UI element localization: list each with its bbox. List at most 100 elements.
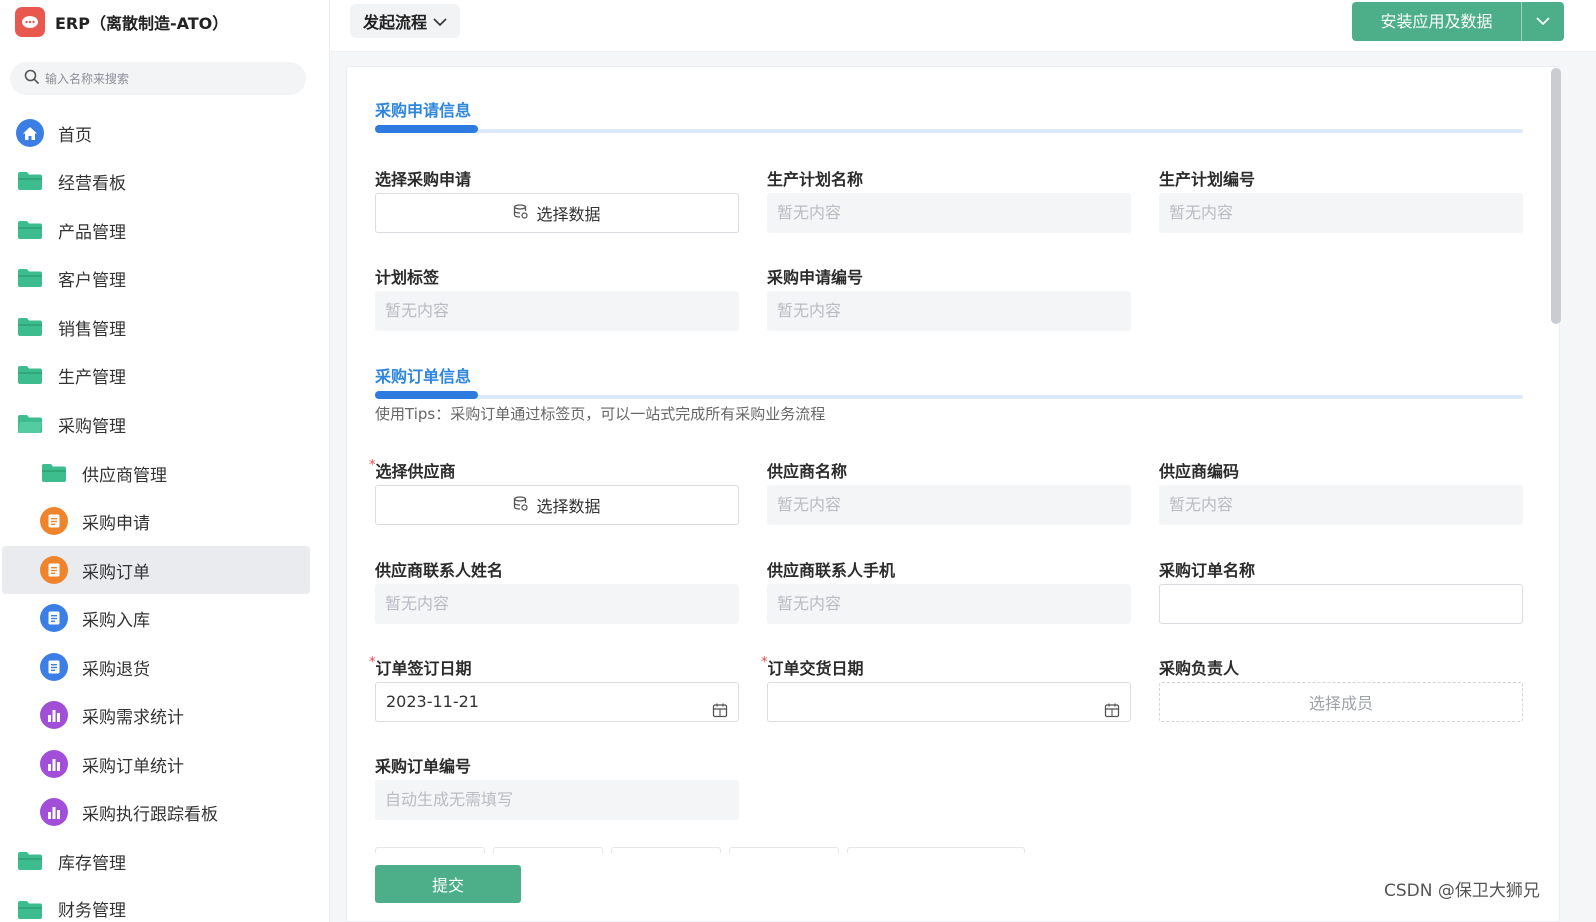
section-divider	[375, 395, 1523, 399]
plan-name-label: 生产计划名称	[767, 170, 864, 189]
request-no-field: 暂无内容	[767, 291, 1131, 331]
plan-no-field: 暂无内容	[1159, 193, 1523, 233]
sidebar-item-products[interactable]: 产品管理	[2, 206, 310, 254]
sidebar-item-label: 采购入库	[82, 610, 150, 631]
submit-button[interactable]: 提交	[375, 865, 521, 903]
select-member-button[interactable]: 选择成员	[1159, 682, 1523, 722]
contact-name-label: 供应商联系人姓名	[375, 561, 504, 580]
folder-icon	[16, 167, 44, 195]
folder-icon	[16, 216, 44, 244]
sidebar-item-demand-stats[interactable]: 采购需求统计	[2, 691, 310, 739]
folder-icon	[16, 264, 44, 292]
sidebar-item-label: 采购管理	[58, 416, 126, 437]
sidebar-item-label: 首页	[58, 125, 92, 146]
supplier-name-label: 供应商名称	[767, 462, 848, 481]
usage-tips: 使用Tips：采购订单通过标签页，可以一站式完成所有采购业务流程	[375, 405, 826, 423]
sidebar-item-label: 采购订单统计	[82, 756, 184, 777]
watermark: CSDN @保卫大狮兄	[1384, 881, 1540, 901]
folder-icon	[16, 847, 44, 875]
start-flow-dropdown[interactable]: 发起流程	[350, 4, 460, 38]
sidebar-item-label: 采购申请	[82, 513, 150, 534]
home-icon	[16, 119, 44, 147]
order-no-label: 采购订单编号	[375, 757, 472, 776]
calendar-icon[interactable]	[712, 694, 728, 732]
folder-open-icon	[16, 410, 44, 438]
sidebar-item-inventory[interactable]: 库存管理	[2, 837, 310, 885]
scrollbar[interactable]	[1551, 68, 1561, 324]
sign-date-value: 2023-11-21	[386, 692, 479, 711]
sidebar-item-label: 采购退货	[82, 659, 150, 680]
app-title: ERP（离散制造-ATO）	[55, 14, 229, 33]
sidebar-item-tracking-board[interactable]: 采购执行跟踪看板	[2, 788, 310, 836]
sidebar-item-label: 生产管理	[58, 367, 126, 388]
sidebar-item-finance[interactable]: 财务管理	[2, 886, 310, 922]
delivery-date-input[interactable]	[767, 682, 1131, 722]
sidebar-item-label: 采购执行跟踪看板	[82, 804, 218, 825]
main-content: 采购申请信息 选择采购申请 选择数据 生产计划名称 暂无内容 生产计划编号 暂无…	[330, 52, 1596, 922]
sidebar-item-suppliers[interactable]: 供应商管理	[2, 449, 310, 497]
app-header[interactable]: ERP（离散制造-ATO）	[15, 6, 228, 38]
sidebar-item-label: 销售管理	[58, 319, 126, 340]
owner-label: 采购负责人	[1159, 659, 1240, 678]
section-title-request: 采购申请信息	[375, 101, 472, 120]
chart-icon	[40, 750, 68, 778]
search-placeholder: 输入名称来搜索	[45, 72, 130, 86]
sidebar-item-purchase-return[interactable]: 采购退货	[2, 643, 310, 691]
sidebar-item-label: 客户管理	[58, 270, 126, 291]
plan-tag-field: 暂无内容	[375, 291, 739, 331]
supplier-label-text: 选择供应商	[375, 462, 456, 481]
sidebar-item-home[interactable]: 首页	[2, 109, 310, 157]
sidebar-item-label: 经营看板	[58, 173, 126, 194]
sidebar-item-customers[interactable]: 客户管理	[2, 254, 310, 302]
form-footer: 提交	[347, 853, 1559, 921]
sidebar-item-purchase-request[interactable]: 采购申请	[2, 497, 310, 545]
chart-icon	[40, 701, 68, 729]
install-app-label: 安装应用及数据	[1352, 2, 1522, 41]
sidebar-item-order-stats[interactable]: 采购订单统计	[2, 740, 310, 788]
sidebar-item-label: 供应商管理	[82, 465, 167, 486]
section-divider	[375, 129, 1523, 133]
chevron-down-icon	[433, 12, 447, 31]
install-app-button[interactable]: 安装应用及数据	[1352, 2, 1564, 41]
order-no-field: 自动生成无需填写	[375, 780, 739, 820]
folder-icon	[40, 459, 68, 487]
order-name-input[interactable]	[1159, 584, 1523, 624]
start-flow-label: 发起流程	[362, 13, 427, 32]
supplier-code-field: 暂无内容	[1159, 485, 1523, 525]
delivery-date-label-text: 订单交货日期	[767, 659, 864, 678]
form-card: 采购申请信息 选择采购申请 选择数据 生产计划名称 暂无内容 生产计划编号 暂无…	[346, 66, 1560, 922]
folder-icon	[16, 313, 44, 341]
form-icon	[40, 653, 68, 681]
sign-date-input[interactable]: 2023-11-21	[375, 682, 739, 722]
sidebar-item-dashboard[interactable]: 经营看板	[2, 157, 310, 205]
plan-name-field: 暂无内容	[767, 193, 1131, 233]
sidebar-item-purchasing[interactable]: 采购管理	[2, 400, 310, 448]
sidebar-item-purchase-order[interactable]: 采购订单	[2, 546, 310, 594]
database-icon	[513, 203, 529, 223]
order-name-label: 采购订单名称	[1159, 561, 1256, 580]
chart-icon	[40, 798, 68, 826]
section-indicator	[375, 391, 478, 399]
plan-no-label: 生产计划编号	[1159, 170, 1256, 189]
sign-date-label: *订单签订日期	[369, 655, 472, 679]
delivery-date-label: *订单交货日期	[761, 655, 864, 679]
contact-phone-label: 供应商联系人手机	[767, 561, 896, 580]
select-request-label: 选择采购申请	[375, 170, 472, 189]
form-icon	[40, 604, 68, 632]
contact-name-field: 暂无内容	[375, 584, 739, 624]
search-input[interactable]: 输入名称来搜索	[10, 62, 306, 95]
database-icon	[513, 495, 529, 515]
select-data-label: 选择数据	[536, 205, 601, 224]
calendar-icon[interactable]	[1104, 694, 1120, 732]
form-icon	[40, 556, 68, 584]
section-indicator	[375, 125, 478, 133]
sidebar-item-purchase-inbound[interactable]: 采购入库	[2, 594, 310, 642]
select-request-button[interactable]: 选择数据	[375, 193, 739, 233]
folder-icon	[16, 361, 44, 389]
sidebar-item-production[interactable]: 生产管理	[2, 351, 310, 399]
chevron-down-icon[interactable]	[1522, 17, 1564, 26]
sidebar: ERP（离散制造-ATO） 输入名称来搜索 首页 经营看板 产品管理 客户管理 …	[0, 0, 330, 922]
select-supplier-button[interactable]: 选择数据	[375, 485, 739, 525]
sign-date-label-text: 订单签订日期	[375, 659, 472, 678]
sidebar-item-sales[interactable]: 销售管理	[2, 303, 310, 351]
